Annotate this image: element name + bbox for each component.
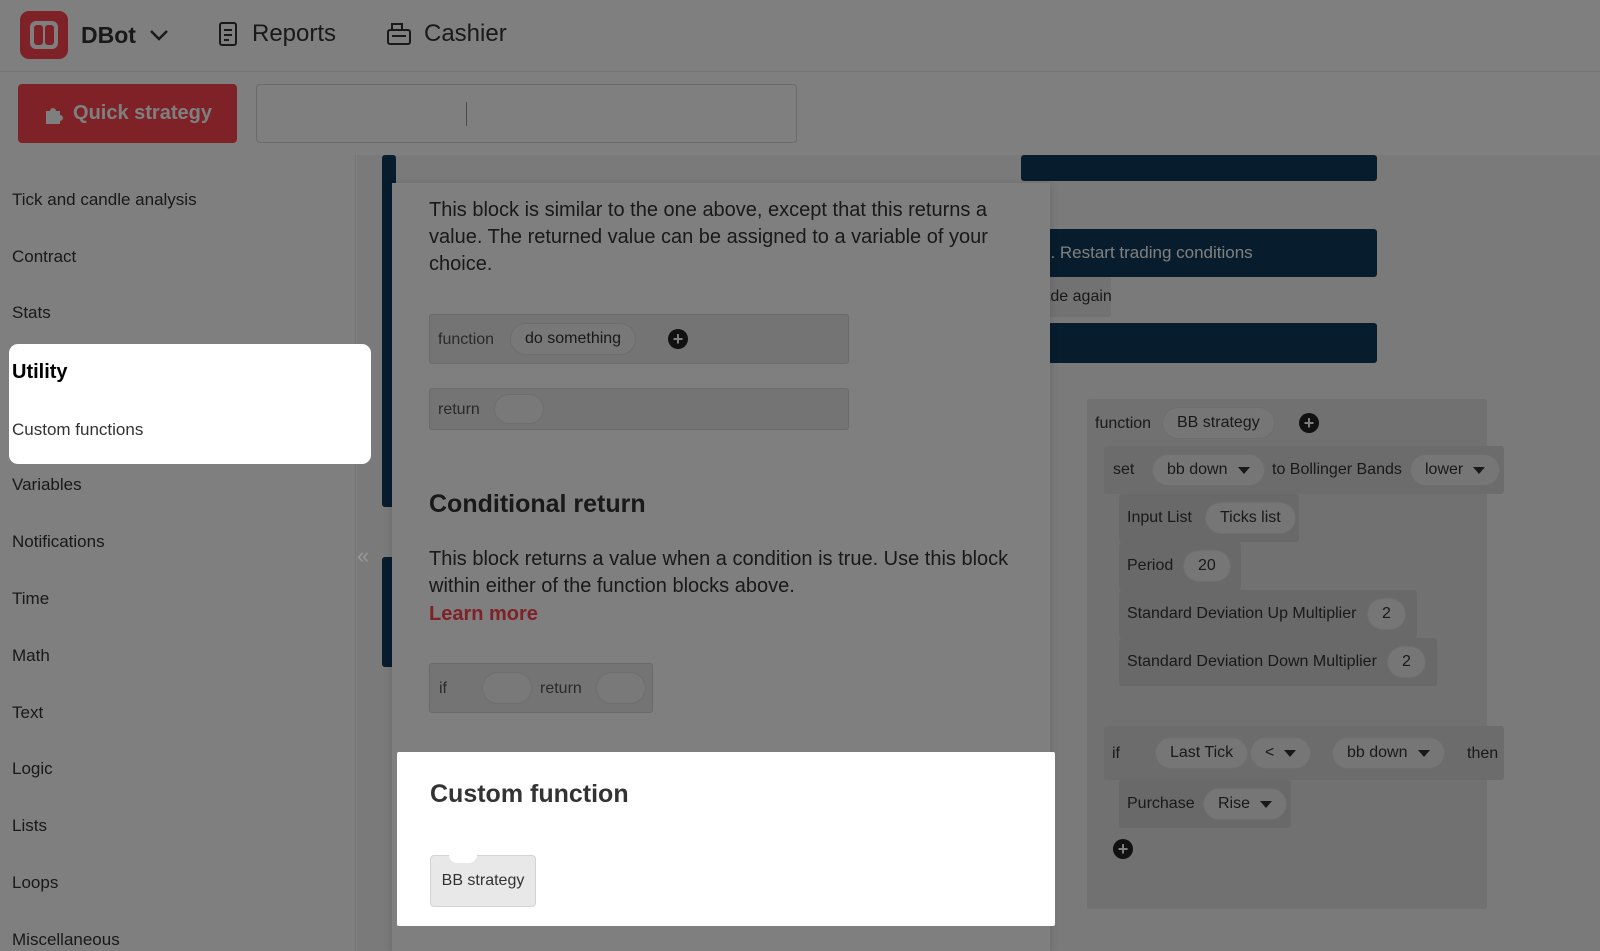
cashier-icon <box>387 23 411 45</box>
function-keyword-label: function <box>438 331 495 348</box>
quick-strategy-button[interactable]: Quick strategy <box>18 84 237 143</box>
set-keyword: set <box>1113 461 1135 478</box>
then-keyword: then <box>1467 745 1499 762</box>
operator-dropdown[interactable]: < <box>1250 737 1312 769</box>
top-navbar: DBot Reports Cashier <box>0 0 1600 72</box>
ticks-list-field[interactable]: Ticks list <box>1205 502 1296 534</box>
category-notifications[interactable]: Notifications <box>12 532 105 552</box>
return-row-block <box>429 388 849 430</box>
reports-icon <box>219 22 237 46</box>
function-name-field[interactable]: do something <box>510 323 637 355</box>
dropdown-arrow-icon <box>1284 749 1297 757</box>
return-function-description: This block is similar to the one above, … <box>429 199 988 275</box>
bollinger-label: to Bollinger Bands <box>1272 461 1402 478</box>
app-name[interactable]: DBot <box>81 22 136 49</box>
band-dropdown[interactable]: lower <box>1410 454 1501 486</box>
subcategory-custom-functions[interactable]: Custom functions <box>12 420 143 440</box>
conditional-return-description: This block returns a value when a condit… <box>429 548 1009 597</box>
sd-down-value-field[interactable]: 2 <box>1387 646 1426 678</box>
bb-strategy-label: BB strategy <box>441 872 525 889</box>
operator-dropdown-text: < <box>1265 744 1275 761</box>
last-tick-text: Last Tick <box>1170 744 1234 761</box>
restart-conditions-title: 4. Restart trading conditions <box>1041 243 1253 262</box>
restart-conditions-block[interactable]: 4. Restart trading conditions <box>1021 229 1377 277</box>
period-value-field[interactable]: 20 <box>1183 550 1231 582</box>
sd-down-value-text: 2 <box>1402 653 1411 670</box>
category-utility-label[interactable]: Utility <box>12 361 68 384</box>
nav-cashier-label: Cashier <box>424 20 507 47</box>
category-contract[interactable]: Contract <box>12 247 76 267</box>
purchase-dropdown[interactable]: Rise <box>1203 788 1288 820</box>
nav-reports-label: Reports <box>252 20 337 47</box>
purchase-label: Purchase <box>1127 795 1195 812</box>
purchase-dropdown-text: Rise <box>1218 795 1251 812</box>
return-value-slot[interactable] <box>596 672 646 704</box>
sd-up-label: Standard Deviation Up Multiplier <box>1127 605 1357 622</box>
category-utility-highlight[interactable]: Utility Custom functions <box>9 344 371 464</box>
category-loops[interactable]: Loops <box>12 873 58 893</box>
category-text[interactable]: Text <box>12 703 43 723</box>
condition-slot[interactable] <box>482 672 532 704</box>
add-block-icon[interactable]: + <box>1113 839 1133 859</box>
return-keyword-label: return <box>540 680 582 697</box>
band-dropdown-text: lower <box>1425 461 1464 478</box>
ticks-list-text: Ticks list <box>1220 509 1281 526</box>
collapse-flyout-icon[interactable]: « <box>357 543 369 569</box>
add-parameter-icon[interactable]: + <box>668 329 688 349</box>
dropdown-arrow-icon <box>1237 466 1250 474</box>
category-logic[interactable]: Logic <box>12 759 53 779</box>
if-keyword-label: if <box>439 680 447 697</box>
conditional-return-title: Conditional return <box>429 490 646 518</box>
bb-strategy-block[interactable]: BB strategy <box>430 855 536 907</box>
dropdown-arrow-icon <box>1260 800 1273 808</box>
category-variables[interactable]: Variables <box>12 475 82 495</box>
quick-strategy-label: Quick strategy <box>73 102 212 124</box>
function-name-text: do something <box>525 330 622 347</box>
category-math[interactable]: Math <box>12 646 50 666</box>
sd-up-value-text: 2 <box>1382 605 1391 622</box>
function-name-text: BB strategy <box>1177 414 1260 431</box>
category-tick-candle[interactable]: Tick and candle analysis <box>12 190 197 210</box>
if-keyword: if <box>1112 745 1120 762</box>
workspace-block-footer <box>1021 323 1377 363</box>
period-value-text: 20 <box>1198 557 1216 574</box>
return-keyword-label: return <box>438 401 480 418</box>
compare-variable-dropdown[interactable]: bb down <box>1332 737 1445 769</box>
puzzle-icon <box>46 107 64 124</box>
dropdown-arrow-icon <box>1473 466 1486 474</box>
sd-up-value-field[interactable]: 2 <box>1367 598 1406 630</box>
search-input[interactable] <box>256 84 797 143</box>
category-lists[interactable]: Lists <box>12 816 47 836</box>
compare-variable-text: bb down <box>1347 744 1408 761</box>
chevron-down-icon[interactable] <box>148 24 170 46</box>
function-keyword: function <box>1095 415 1152 432</box>
function-name-field[interactable]: BB strategy <box>1162 407 1275 439</box>
custom-function-highlight: Custom function BB strategy <box>397 752 1055 926</box>
return-value-slot[interactable] <box>494 394 544 424</box>
nav-cashier[interactable]: Cashier <box>386 20 507 48</box>
sd-down-label: Standard Deviation Down Multiplier <box>1127 653 1377 670</box>
toolbox-sidebar: Tick and candle analysis Contract Stats … <box>0 155 356 951</box>
workspace-block-header <box>1021 155 1377 181</box>
category-miscellaneous[interactable]: Miscellaneous <box>12 930 120 950</box>
category-time[interactable]: Time <box>12 589 49 609</box>
custom-function-title: Custom function <box>430 780 629 808</box>
last-tick-field[interactable]: Last Tick <box>1155 737 1249 769</box>
add-parameter-icon[interactable]: + <box>1299 413 1319 433</box>
dropdown-arrow-icon <box>1417 749 1430 757</box>
period-label: Period <box>1127 557 1174 574</box>
dbot-logo-icon[interactable] <box>20 11 68 59</box>
nav-reports[interactable]: Reports <box>218 20 336 48</box>
input-list-label: Input List <box>1127 509 1192 526</box>
text-caret <box>466 102 467 126</box>
variable-dropdown[interactable]: bb down <box>1152 454 1265 486</box>
category-stats[interactable]: Stats <box>12 303 51 323</box>
learn-more-link[interactable]: Learn more <box>429 603 538 626</box>
variable-dropdown-text: bb down <box>1167 461 1228 478</box>
